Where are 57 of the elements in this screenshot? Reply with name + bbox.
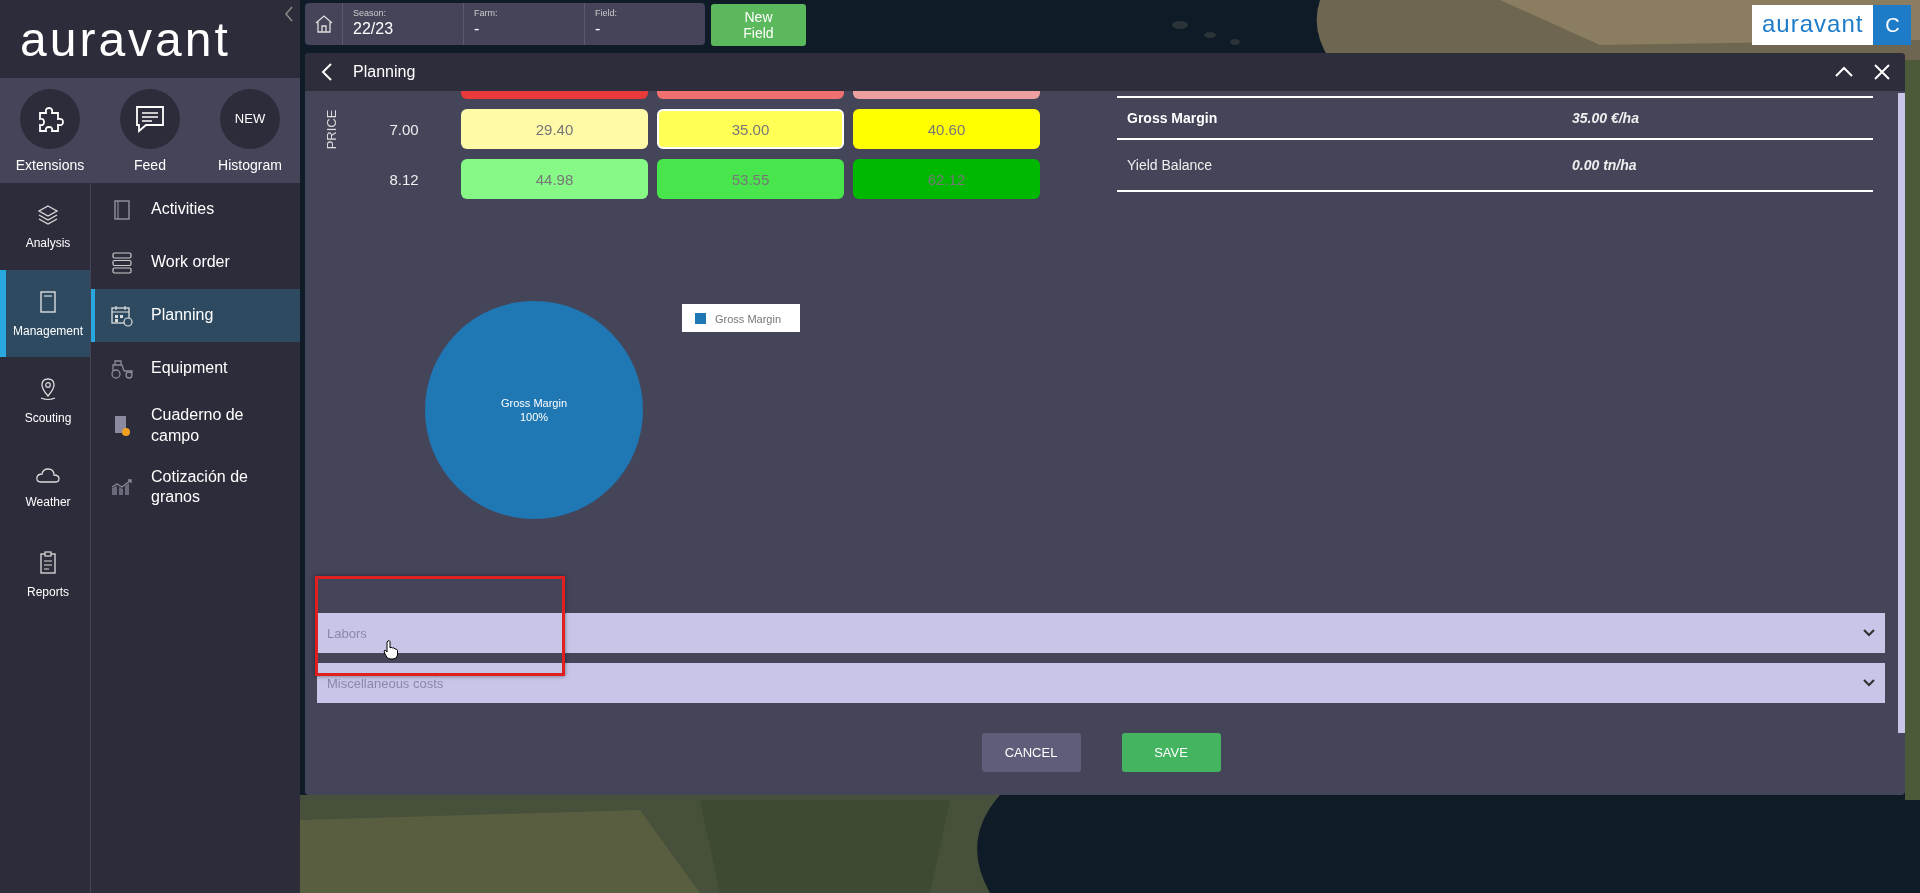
nav-item[interactable]: Scouting <box>0 357 90 444</box>
quick-action-button[interactable]: NEW Histogram <box>202 88 298 173</box>
nav-item[interactable]: Analysis <box>0 183 90 270</box>
menu-item[interactable]: Equipment <box>91 342 300 395</box>
nav-item[interactable]: Weather <box>0 444 90 531</box>
cancel-button[interactable]: CANCEL <box>981 733 1081 772</box>
menu-item[interactable]: Cuaderno de campo <box>91 395 300 457</box>
quick-action-button[interactable]: Extensions <box>2 88 98 173</box>
slice-value: 100% <box>519 411 549 423</box>
menu-item[interactable]: Planning <box>91 289 300 342</box>
margin-cell[interactable]: 35.00 <box>657 109 844 149</box>
user-avatar[interactable]: C <box>1873 5 1912 45</box>
nav-item[interactable]: Reports <box>0 531 90 618</box>
back-icon[interactable] <box>321 63 333 81</box>
chevron-down-icon <box>1863 629 1875 637</box>
rising-chart-icon <box>110 478 134 497</box>
selector-field[interactable]: Season: 22/23 <box>343 3 464 45</box>
app-logo: auravant <box>20 11 231 67</box>
dialog-title: Planning <box>353 63 416 81</box>
summary-label: Gross Margin <box>1127 110 1219 126</box>
menu-item[interactable]: Work order <box>91 236 300 289</box>
slice-label: Gross Margin <box>501 397 567 409</box>
layers-icon <box>37 203 59 226</box>
notebook-icon <box>114 199 130 220</box>
collapse-icon[interactable] <box>1835 66 1853 78</box>
quick-action-button[interactable]: Feed <box>102 88 198 173</box>
cloud-icon <box>35 466 61 485</box>
clipboard-icon <box>38 550 58 575</box>
price-label: 7.00 <box>388 120 420 138</box>
summary-value: 35.00 €/ha <box>1572 110 1639 126</box>
legend-label: Gross Margin <box>715 313 782 325</box>
menu-item[interactable]: Cotización de granos <box>91 456 300 519</box>
scrollbar[interactable] <box>1898 93 1905 733</box>
margin-cell[interactable]: 29.40 <box>461 109 648 149</box>
new-label: NEW <box>234 111 266 126</box>
server-icon <box>112 251 132 274</box>
summary-label: Yield Balance <box>1127 157 1214 173</box>
menu-item[interactable]: Activities <box>91 183 300 236</box>
selector-field[interactable]: Farm: - <box>464 3 585 45</box>
nav-item[interactable]: Management <box>0 270 90 357</box>
axis-label: PRICE <box>324 109 340 149</box>
home-icon <box>313 14 334 34</box>
document-coin-icon <box>113 414 131 437</box>
tractor-icon <box>110 358 134 379</box>
price-label: 8.12 <box>388 170 420 188</box>
calendar-icon <box>111 304 133 327</box>
close-icon[interactable] <box>1873 63 1891 81</box>
pointer-hand-icon <box>383 640 399 660</box>
chevron-left-icon[interactable] <box>284 6 294 22</box>
chart-legend: Gross Margin <box>682 304 800 332</box>
margin-cell[interactable]: 40.60 <box>853 109 1040 149</box>
chevron-down-icon <box>1863 679 1875 687</box>
chat-bubble-icon <box>134 103 166 134</box>
brand-logo: auravant <box>1761 9 1865 39</box>
selector-field[interactable]: Field: - <box>585 3 705 45</box>
notebook-icon <box>39 289 57 314</box>
summary-value: 0.00 tn/ha <box>1572 157 1637 173</box>
